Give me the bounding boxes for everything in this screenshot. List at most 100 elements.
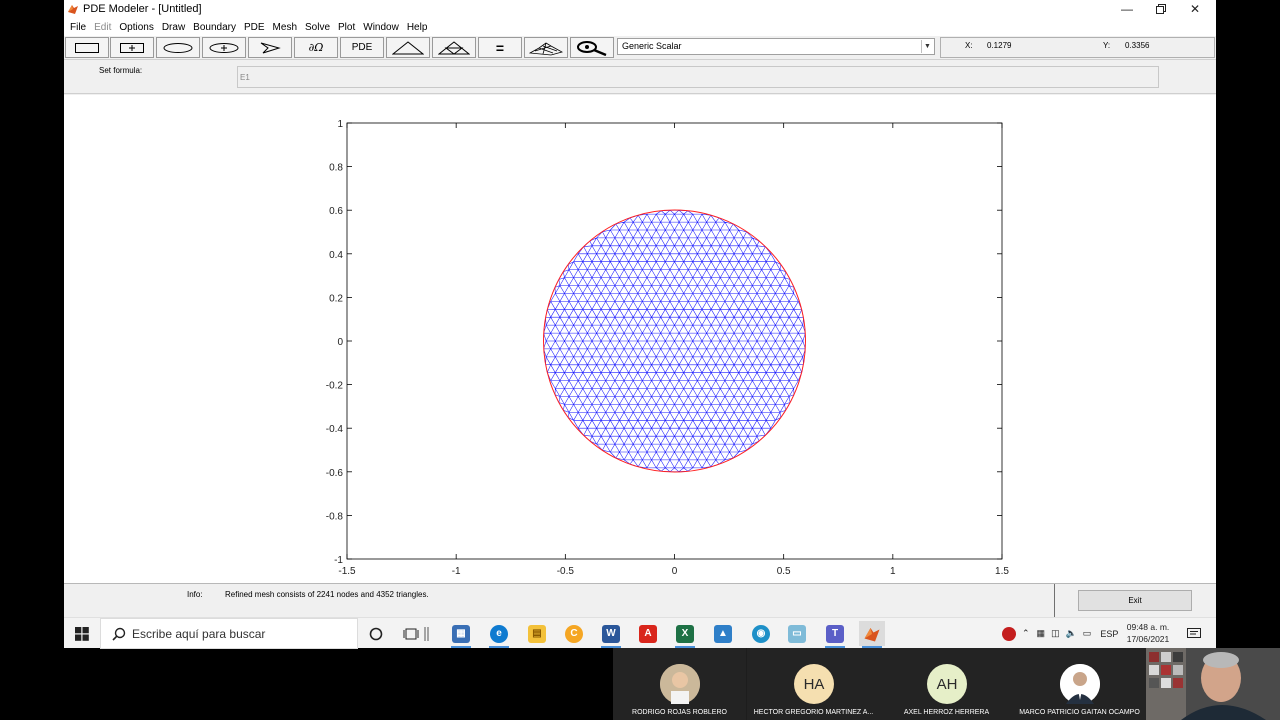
y-coordinate-label: Y:: [1103, 41, 1111, 50]
polygon-button[interactable]: [248, 37, 292, 58]
x-tick-label: -1: [452, 566, 461, 577]
taskbar-search[interactable]: Escribe aquí para buscar: [100, 618, 358, 649]
pde-modeler-window: PDE Modeler - [Untitled] — ✕ File Edit O…: [64, 0, 1216, 649]
rectangle-corner-button[interactable]: [65, 37, 109, 58]
rectangle-center-button[interactable]: [110, 37, 154, 58]
matlab-taskbar-icon[interactable]: [859, 621, 885, 648]
y-tick-label: 0.2: [329, 293, 343, 304]
menu-options[interactable]: Options: [115, 22, 157, 33]
photos-icon[interactable]: ▲: [710, 621, 736, 646]
participant-tile[interactable]: MARCO PATRICIO GAITAN OCAMPO: [1013, 648, 1146, 720]
x-tick-labels: -1.5 -1 -0.5 0 0.5 1 1.5: [338, 566, 1009, 577]
recording-icon[interactable]: [1002, 626, 1016, 641]
y-tick-label: -0.2: [326, 381, 344, 392]
avatar: [1060, 664, 1100, 704]
participant-tile[interactable]: HA HÉCTOR GREGORIO MARTÍNEZ A...: [747, 648, 880, 720]
menu-plot[interactable]: Plot: [334, 22, 359, 33]
close-icon[interactable]: ✕: [1178, 0, 1212, 18]
participant-name: MARCO PATRICIO GAITAN OCAMPO: [1019, 709, 1140, 716]
participant-tile[interactable]: AH AXEL HERROZ HERRERA: [880, 648, 1013, 720]
info-bar: Info: Refined mesh consists of 2241 node…: [64, 583, 1216, 618]
taskbar-clock[interactable]: 09:48 a. m. 17/06/2021: [1122, 621, 1174, 645]
pointer-coordinates: X: 0.1279 Y: 0.3356: [940, 37, 1215, 58]
menu-window[interactable]: Window: [359, 22, 403, 33]
plot-3d-button[interactable]: [524, 37, 568, 58]
menu-file[interactable]: File: [66, 22, 90, 33]
title-bar: PDE Modeler - [Untitled] — ✕: [64, 0, 1216, 18]
y-tick-label: 1: [337, 119, 343, 130]
y-tick-label: 0.6: [329, 206, 343, 217]
y-tick-label: 0: [337, 337, 343, 348]
exit-button[interactable]: Exit: [1078, 590, 1192, 611]
language-indicator[interactable]: ESP: [1100, 629, 1118, 639]
file-explorer-icon[interactable]: ▤: [524, 621, 550, 646]
search-placeholder: Escribe aquí para buscar: [132, 626, 266, 641]
teams-icon[interactable]: T: [822, 621, 848, 648]
menu-draw[interactable]: Draw: [158, 22, 189, 33]
application-mode-value: Generic Scalar: [622, 41, 682, 51]
chrome-canary-icon[interactable]: C: [561, 621, 587, 646]
display-icon[interactable]: ▭: [1083, 628, 1092, 639]
ellipse-center-button[interactable]: [202, 37, 246, 58]
matlab-icon: [68, 5, 78, 14]
participant-name: AXEL HERROZ HERRERA: [903, 709, 990, 716]
edge-browser-icon[interactable]: e: [486, 621, 512, 648]
network-icon[interactable]: ◫: [1051, 628, 1060, 639]
info-message: Refined mesh consists of 2241 nodes and …: [225, 590, 429, 599]
rectangle-corner-icon: [75, 42, 99, 53]
clock-time: 09:48 a. m.: [1126, 622, 1170, 632]
plot-3d-icon: [529, 42, 563, 55]
self-camera-view[interactable]: [1146, 648, 1280, 720]
menu-solve[interactable]: Solve: [301, 22, 334, 33]
menu-boundary[interactable]: Boundary: [189, 22, 240, 33]
clock-date: 17/06/2021: [1126, 634, 1170, 644]
window-title: PDE Modeler - [Untitled]: [83, 3, 202, 15]
application-mode-select[interactable]: Generic Scalar ▼: [617, 38, 935, 55]
x-tick-label: -0.5: [557, 566, 575, 577]
y-tick-labels: 1 0.8 0.6 0.4 0.2 0 -0.2 -0.4 -0.6 -0.8 -1: [326, 119, 344, 566]
snip-tool-icon[interactable]: ◉: [748, 621, 774, 646]
avatar: [660, 664, 700, 704]
cortana-icon[interactable]: [363, 621, 389, 646]
windows-start-icon[interactable]: [64, 618, 100, 649]
rectangle-center-icon: [120, 42, 144, 53]
chevron-up-icon[interactable]: ⌃: [1022, 628, 1030, 639]
menu-edit[interactable]: Edit: [90, 22, 115, 33]
notifications-icon[interactable]: [1181, 621, 1207, 646]
excel-icon[interactable]: X: [672, 621, 698, 648]
app-generic-icon[interactable]: ▭: [784, 621, 810, 646]
restore-icon[interactable]: [1144, 0, 1178, 18]
tray-app-icon[interactable]: ▦: [1037, 628, 1046, 639]
acrobat-icon[interactable]: A: [635, 621, 661, 646]
ellipse-corner-button[interactable]: [156, 37, 200, 58]
plot-area[interactable]: -1.5 -1 -0.5 0 0.5 1 1.5 1 0.8 0.6 0.4 0.2 0 -0.2 -0.…: [64, 95, 1216, 583]
participant-tile[interactable]: RODRIGO ROJAS ROBLERO: [613, 648, 746, 720]
chevron-down-icon[interactable]: ▼: [921, 40, 933, 53]
word-icon[interactable]: W: [598, 621, 624, 648]
set-formula-input[interactable]: E1: [237, 66, 1159, 88]
boundary-mode-button[interactable]: ∂Ω: [294, 37, 338, 58]
x-tick-label: 0: [672, 566, 678, 577]
refine-mesh-icon: [438, 40, 470, 55]
pde-spec-button[interactable]: PDE: [340, 37, 384, 58]
app-explorer-network-icon[interactable]: ▦: [448, 621, 474, 648]
mesh-plot[interactable]: -1.5 -1 -0.5 0 0.5 1 1.5 10.80.60.40.20-0.2-0.…: [64, 95, 1216, 583]
y-tick-label: 0.4: [329, 250, 343, 261]
info-label: Info:: [187, 590, 203, 599]
x-coordinate-label: X:: [965, 41, 973, 50]
menu-help[interactable]: Help: [403, 22, 432, 33]
zoom-button[interactable]: [570, 37, 614, 58]
task-view-icon[interactable]: [398, 621, 424, 646]
solve-button[interactable]: =: [478, 37, 522, 58]
camera-feed-image: [1146, 648, 1280, 720]
menu-pde[interactable]: PDE: [240, 22, 269, 33]
y-tick-label: -1: [334, 555, 343, 566]
volume-icon[interactable]: 🔈: [1066, 628, 1077, 639]
y-tick-label: -0.4: [326, 424, 344, 435]
refine-mesh-button[interactable]: [432, 37, 476, 58]
minimize-icon[interactable]: —: [1110, 0, 1144, 18]
x-tick-label: 1: [890, 566, 896, 577]
video-participants-strip: RODRIGO ROJAS ROBLERO HA HÉCTOR GREGORIO…: [613, 648, 1280, 720]
init-mesh-button[interactable]: [386, 37, 430, 58]
menu-mesh[interactable]: Mesh: [269, 22, 301, 33]
